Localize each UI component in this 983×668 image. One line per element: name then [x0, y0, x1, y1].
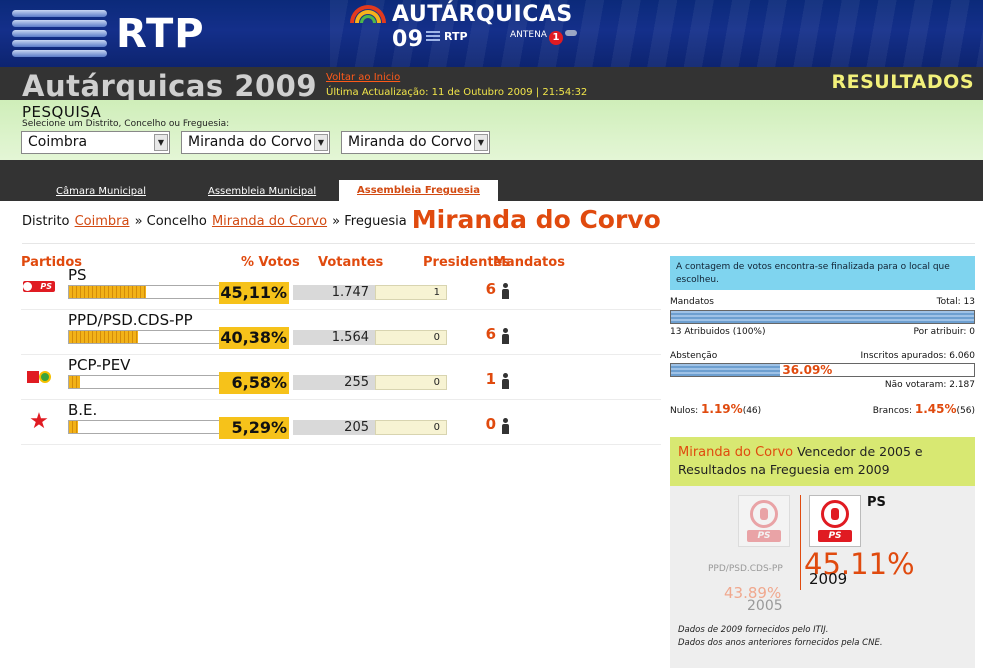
data-source-note: Dados de 2009 fornecidos pelo ITIJ. Dados… [678, 625, 883, 648]
person-icon [501, 328, 511, 344]
mandatos-por-atribuir: Por atribuir: 0 [913, 327, 976, 337]
rtp-stripes-icon [12, 10, 107, 58]
party-name: B.E. [68, 401, 98, 419]
be-star-icon: ★ [29, 409, 49, 434]
mandatos-atribuidos: 13 Atribuidos (100%) [670, 327, 766, 337]
presidentes-value: 0 [375, 330, 447, 345]
abstencao-label: Abstenção [670, 351, 718, 361]
fist-rose-icon [750, 500, 778, 528]
mandatos-bar-fill [671, 311, 974, 323]
vote-share-bar-fill [69, 331, 138, 343]
party-name: PS [68, 266, 87, 284]
votantes-value: 205 [293, 420, 375, 435]
antena1-logo: ANTENA 1 [510, 30, 577, 45]
vote-share-bar-fill [69, 421, 78, 433]
abstencao-pct: 36.09% [782, 363, 833, 377]
back-to-home-link[interactable]: Voltar ao Inicio [326, 72, 400, 83]
table-row: PS PS 45,11% 1.747 1 6 [21, 265, 661, 310]
party-name: PPD/PSD.CDS-PP [68, 311, 193, 329]
old-party-name: PPD/PSD.CDS-PP [708, 564, 783, 574]
vote-share-bar [68, 330, 240, 344]
ps-logo-2005: PS [738, 495, 790, 547]
winner-party-2009: PS [867, 495, 886, 510]
chevron-down-icon[interactable]: ▼ [314, 134, 328, 151]
rtp-logo[interactable]: RTP [12, 10, 247, 58]
abstencao-bar-fill [671, 364, 781, 376]
chevron-down-icon[interactable]: ▼ [474, 134, 488, 151]
vote-share-bar-fill [69, 376, 81, 388]
breadcrumb: Distrito Coimbra » Concelho Miranda do C… [22, 205, 661, 234]
presidentes-value: 0 [375, 375, 447, 390]
breadcrumb-council-link[interactable]: Miranda do Corvo [212, 214, 327, 229]
presidentes-value: 0 [375, 420, 447, 435]
winner-heading: Miranda do Corvo Vencedor de 2005 e Resu… [670, 437, 975, 486]
table-row: ★ B.E. 5,29% 205 0 0 [21, 400, 661, 445]
parish-title: Miranda do Corvo [411, 205, 661, 234]
breadcrumb-district-link[interactable]: Coimbra [75, 214, 130, 229]
mandatos-value: 6 [485, 280, 496, 298]
district-select[interactable]: Coimbra ▼ [21, 131, 170, 154]
vote-share-bar [68, 420, 240, 434]
mandatos-value: 0 [485, 415, 496, 433]
brancos-stat: Brancos: 1.45%(56) [872, 402, 975, 416]
chevron-down-icon[interactable]: ▼ [154, 134, 168, 151]
tab-assembleia-municipal[interactable]: Assembleia Municipal [208, 186, 316, 197]
vote-percent: 45,11% [219, 282, 289, 304]
votantes-value: 1.747 [293, 285, 375, 300]
abstencao-bar: 36.09% [670, 363, 975, 377]
table-row: PCP-PEV 6,58% 255 0 1 [21, 355, 661, 400]
parish-select[interactable]: Miranda do Corvo ▼ [341, 131, 490, 154]
person-icon [501, 283, 511, 299]
mandatos-label: Mandatos [670, 297, 714, 307]
site-header: RTP AUTÁRQUICAS 09 RTP ANTENA 1 [0, 0, 983, 67]
results-heading: RESULTADOS [831, 71, 974, 93]
election-tabs: Câmara Municipal Assembleia Municipal As… [0, 160, 983, 201]
fist-rose-icon [821, 500, 849, 528]
person-icon [501, 418, 511, 434]
last-updated: Última Actualização: 11 de Outubro 2009 … [326, 87, 588, 98]
person-icon [501, 373, 511, 389]
mandatos-bar [670, 310, 975, 324]
inscritos-apurados: Inscritos apurados: 6.060 [860, 351, 976, 361]
old-year: 2005 [747, 598, 783, 614]
mandatos-value: 1 [485, 370, 496, 388]
vote-percent: 40,38% [219, 327, 289, 349]
vote-share-bar [68, 285, 240, 299]
mandatos-value: 6 [485, 325, 496, 343]
count-status-notice: A contagem de votos encontra-se finaliza… [670, 256, 975, 290]
nao-votaram: Não votaram: 2.187 [884, 380, 975, 390]
mandatos-total: Total: 13 [936, 297, 975, 307]
vote-percent: 6,58% [219, 372, 289, 394]
cdu-logo-icon [21, 367, 57, 387]
search-panel: PESQUISA Selecione um Distrito, Concelho… [0, 100, 983, 160]
rtp-mini-logo: RTP [426, 30, 468, 43]
vote-share-bar [68, 375, 240, 389]
search-hint: Selecione um Distrito, Concelho ou Fregu… [22, 119, 230, 129]
tab-assembleia-freguesia[interactable]: Assembleia Freguesia [339, 180, 498, 201]
table-row: PPD/PSD.CDS-PP 40,38% 1.564 0 6 [21, 310, 661, 355]
ps-logo-icon: PS [21, 277, 57, 297]
title-bar: Autárquicas 2009 Voltar ao Inicio Última… [0, 67, 983, 103]
votantes-value: 1.564 [293, 330, 375, 345]
autarquicas-logo: AUTÁRQUICAS 09 RTP ANTENA 1 [350, 2, 610, 64]
presidentes-value: 1 [375, 285, 447, 300]
tab-camara-municipal[interactable]: Câmara Municipal [56, 186, 146, 197]
new-year: 2009 [809, 570, 848, 588]
ps-logo-2009: PS [809, 495, 861, 547]
vote-share-bar-fill [69, 286, 146, 298]
vote-percent: 5,29% [219, 417, 289, 439]
party-name: PCP-PEV [68, 356, 131, 374]
council-select[interactable]: Miranda do Corvo ▼ [181, 131, 330, 154]
nulos-stat: Nulos: 1.19%(46) [670, 402, 762, 416]
votantes-value: 255 [293, 375, 375, 390]
rtp-wordmark: RTP [116, 11, 205, 57]
page-title: Autárquicas 2009 [22, 69, 317, 103]
